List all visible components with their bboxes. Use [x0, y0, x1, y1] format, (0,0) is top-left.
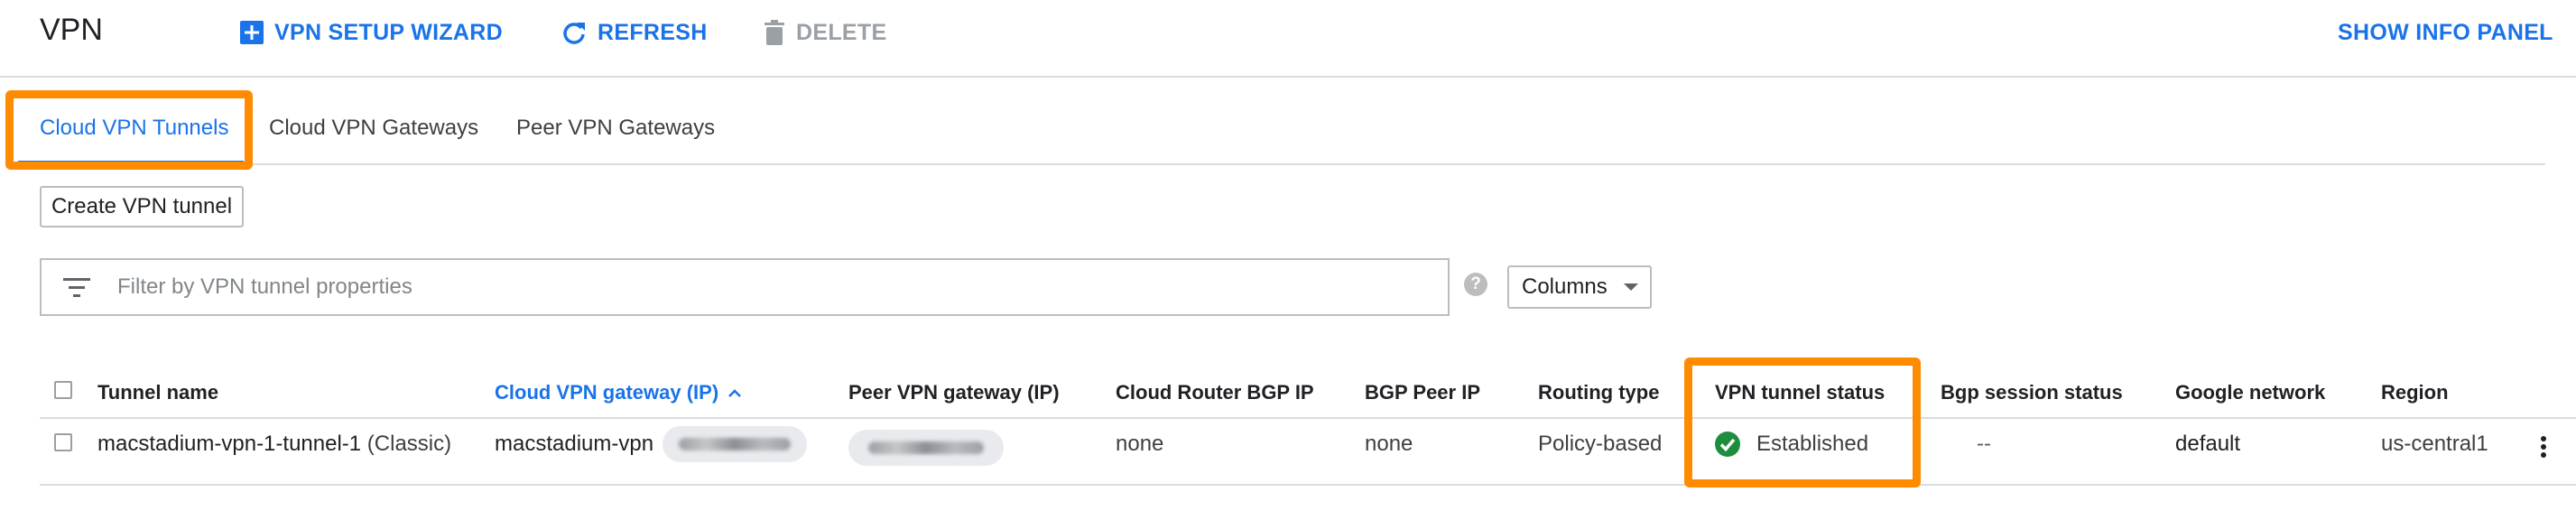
- col-cloud-vpn-gateway-label: Cloud VPN gateway (IP): [495, 381, 719, 404]
- delete-button[interactable]: DELETE: [764, 16, 886, 49]
- show-info-panel-label: SHOW INFO PANEL: [2338, 19, 2553, 45]
- tunnel-name-cell: macstadium-vpn-1-tunnel-1 (Classic): [97, 432, 451, 457]
- filter-input[interactable]: Filter by VPN tunnel properties: [117, 274, 412, 300]
- refresh-button[interactable]: REFRESH: [561, 16, 708, 49]
- col-peer-vpn-gateway[interactable]: Peer VPN gateway (IP): [848, 381, 1060, 404]
- select-all-checkbox[interactable]: [54, 381, 72, 399]
- tab-peer-vpn-gateways[interactable]: Peer VPN Gateways: [516, 116, 715, 141]
- redacted-ip: [868, 441, 984, 454]
- cloud-gateway-cell: macstadium-vpn: [495, 426, 808, 462]
- col-routing-type[interactable]: Routing type: [1538, 381, 1659, 404]
- page-title: VPN: [40, 13, 103, 47]
- filter-icon: [63, 278, 90, 297]
- col-bgp-peer-ip[interactable]: BGP Peer IP: [1365, 381, 1480, 404]
- cloud-gateway-link[interactable]: macstadium-vpn: [495, 432, 653, 457]
- help-icon[interactable]: ?: [1464, 273, 1487, 296]
- routing-type-cell: Policy-based: [1538, 432, 1663, 456]
- col-bgp-session-status[interactable]: Bgp session status: [1941, 381, 2123, 404]
- col-cloud-router-bgp-ip[interactable]: Cloud Router BGP IP: [1116, 381, 1314, 404]
- col-tunnel-name[interactable]: Tunnel name: [97, 381, 218, 404]
- columns-label: Columns: [1522, 274, 1608, 299]
- delete-label: DELETE: [796, 19, 887, 45]
- tab-cloud-vpn-gateways[interactable]: Cloud VPN Gateways: [269, 116, 478, 141]
- tab-highlight-box: [5, 90, 253, 170]
- tunnel-name-link[interactable]: macstadium-vpn-1-tunnel-1: [97, 432, 361, 456]
- show-info-panel-button[interactable]: SHOW INFO PANEL: [2338, 16, 2553, 49]
- network-cell[interactable]: default: [2175, 432, 2240, 457]
- router-bgp-ip-cell: none: [1116, 432, 1164, 456]
- status-highlight-box: [1684, 358, 1921, 488]
- more-vert-icon[interactable]: [2541, 433, 2546, 460]
- peer-gateway-ip-chip: [848, 430, 1004, 466]
- col-cloud-vpn-gateway[interactable]: Cloud VPN gateway (IP): [495, 381, 742, 404]
- trash-icon: [764, 20, 784, 45]
- col-region[interactable]: Region: [2381, 381, 2449, 404]
- bgp-status-cell: --: [1977, 432, 1991, 456]
- refresh-icon: [563, 23, 585, 44]
- chevron-down-icon: [1623, 283, 1638, 291]
- header-divider: [40, 417, 2576, 419]
- row-divider: [40, 484, 2576, 486]
- redacted-ip: [679, 438, 792, 450]
- region-cell: us-central1: [2381, 432, 2488, 456]
- columns-button[interactable]: Columns: [1507, 265, 1652, 309]
- cloud-gateway-ip-chip: [663, 426, 808, 462]
- row-checkbox[interactable]: [54, 433, 72, 451]
- tabs-divider: [18, 163, 2545, 165]
- add-box-icon: [240, 21, 264, 44]
- vpn-setup-wizard-label: VPN SETUP WIZARD: [274, 19, 503, 45]
- refresh-label: REFRESH: [598, 19, 708, 45]
- vpn-setup-wizard-button[interactable]: VPN SETUP WIZARD: [240, 16, 503, 49]
- create-vpn-tunnel-button[interactable]: Create VPN tunnel: [40, 186, 244, 228]
- sort-ascending-icon: [728, 389, 742, 397]
- bgp-peer-ip-cell: none: [1365, 432, 1413, 456]
- col-google-network[interactable]: Google network: [2175, 381, 2325, 404]
- filter-bar[interactable]: Filter by VPN tunnel properties: [40, 258, 1450, 316]
- tunnel-type: (Classic): [366, 432, 452, 456]
